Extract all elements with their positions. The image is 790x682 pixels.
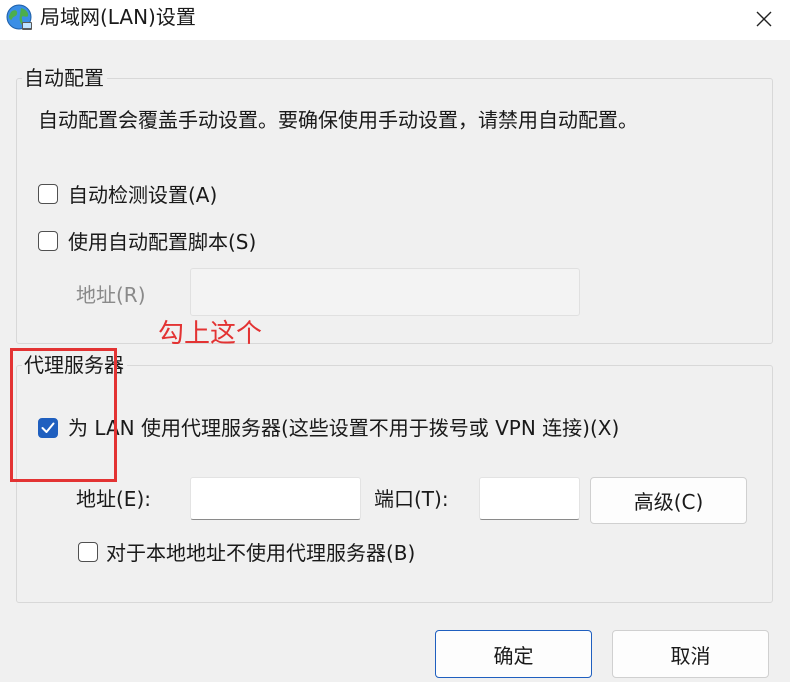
title-bar[interactable]: 局域网(LAN)设置 [0,0,790,40]
script-address-input[interactable] [190,268,580,316]
globe-network-icon [5,3,35,33]
close-button[interactable] [746,2,782,36]
proxy-port-label: 端口(T): [374,487,449,511]
bypass-local-checkbox[interactable] [78,542,98,562]
use-script-checkbox[interactable] [38,231,58,251]
bypass-local-label[interactable]: 对于本地地址不使用代理服务器(B) [106,540,415,566]
ok-button[interactable]: 确定 [435,630,592,678]
script-address-label: 地址(R) [76,283,146,307]
use-proxy-label[interactable]: 为 LAN 使用代理服务器(这些设置不用于拨号或 VPN 连接)(X) [68,415,619,441]
proxy-address-label: 地址(E): [76,487,151,511]
window-title: 局域网(LAN)设置 [40,5,196,29]
proxy-port-input[interactable] [479,477,580,520]
proxy-address-input[interactable] [190,477,361,520]
auto-config-description: 自动配置会覆盖手动设置。要确保使用手动设置，请禁用自动配置。 [38,108,638,132]
auto-detect-checkbox[interactable] [38,184,58,204]
advanced-button[interactable]: 高级(C) [590,477,747,524]
use-script-label[interactable]: 使用自动配置脚本(S) [68,229,256,255]
annotation-text: 勾上这个 [158,319,263,349]
annotation-highlight-box [10,348,117,482]
auto-config-group-label: 自动配置 [22,65,107,91]
cancel-button[interactable]: 取消 [612,630,769,678]
auto-detect-label[interactable]: 自动检测设置(A) [68,182,217,208]
close-icon [756,11,772,27]
lan-settings-dialog: 局域网(LAN)设置 自动配置 自动配置会覆盖手动设置。要确保使用手动设置，请禁… [0,0,790,682]
